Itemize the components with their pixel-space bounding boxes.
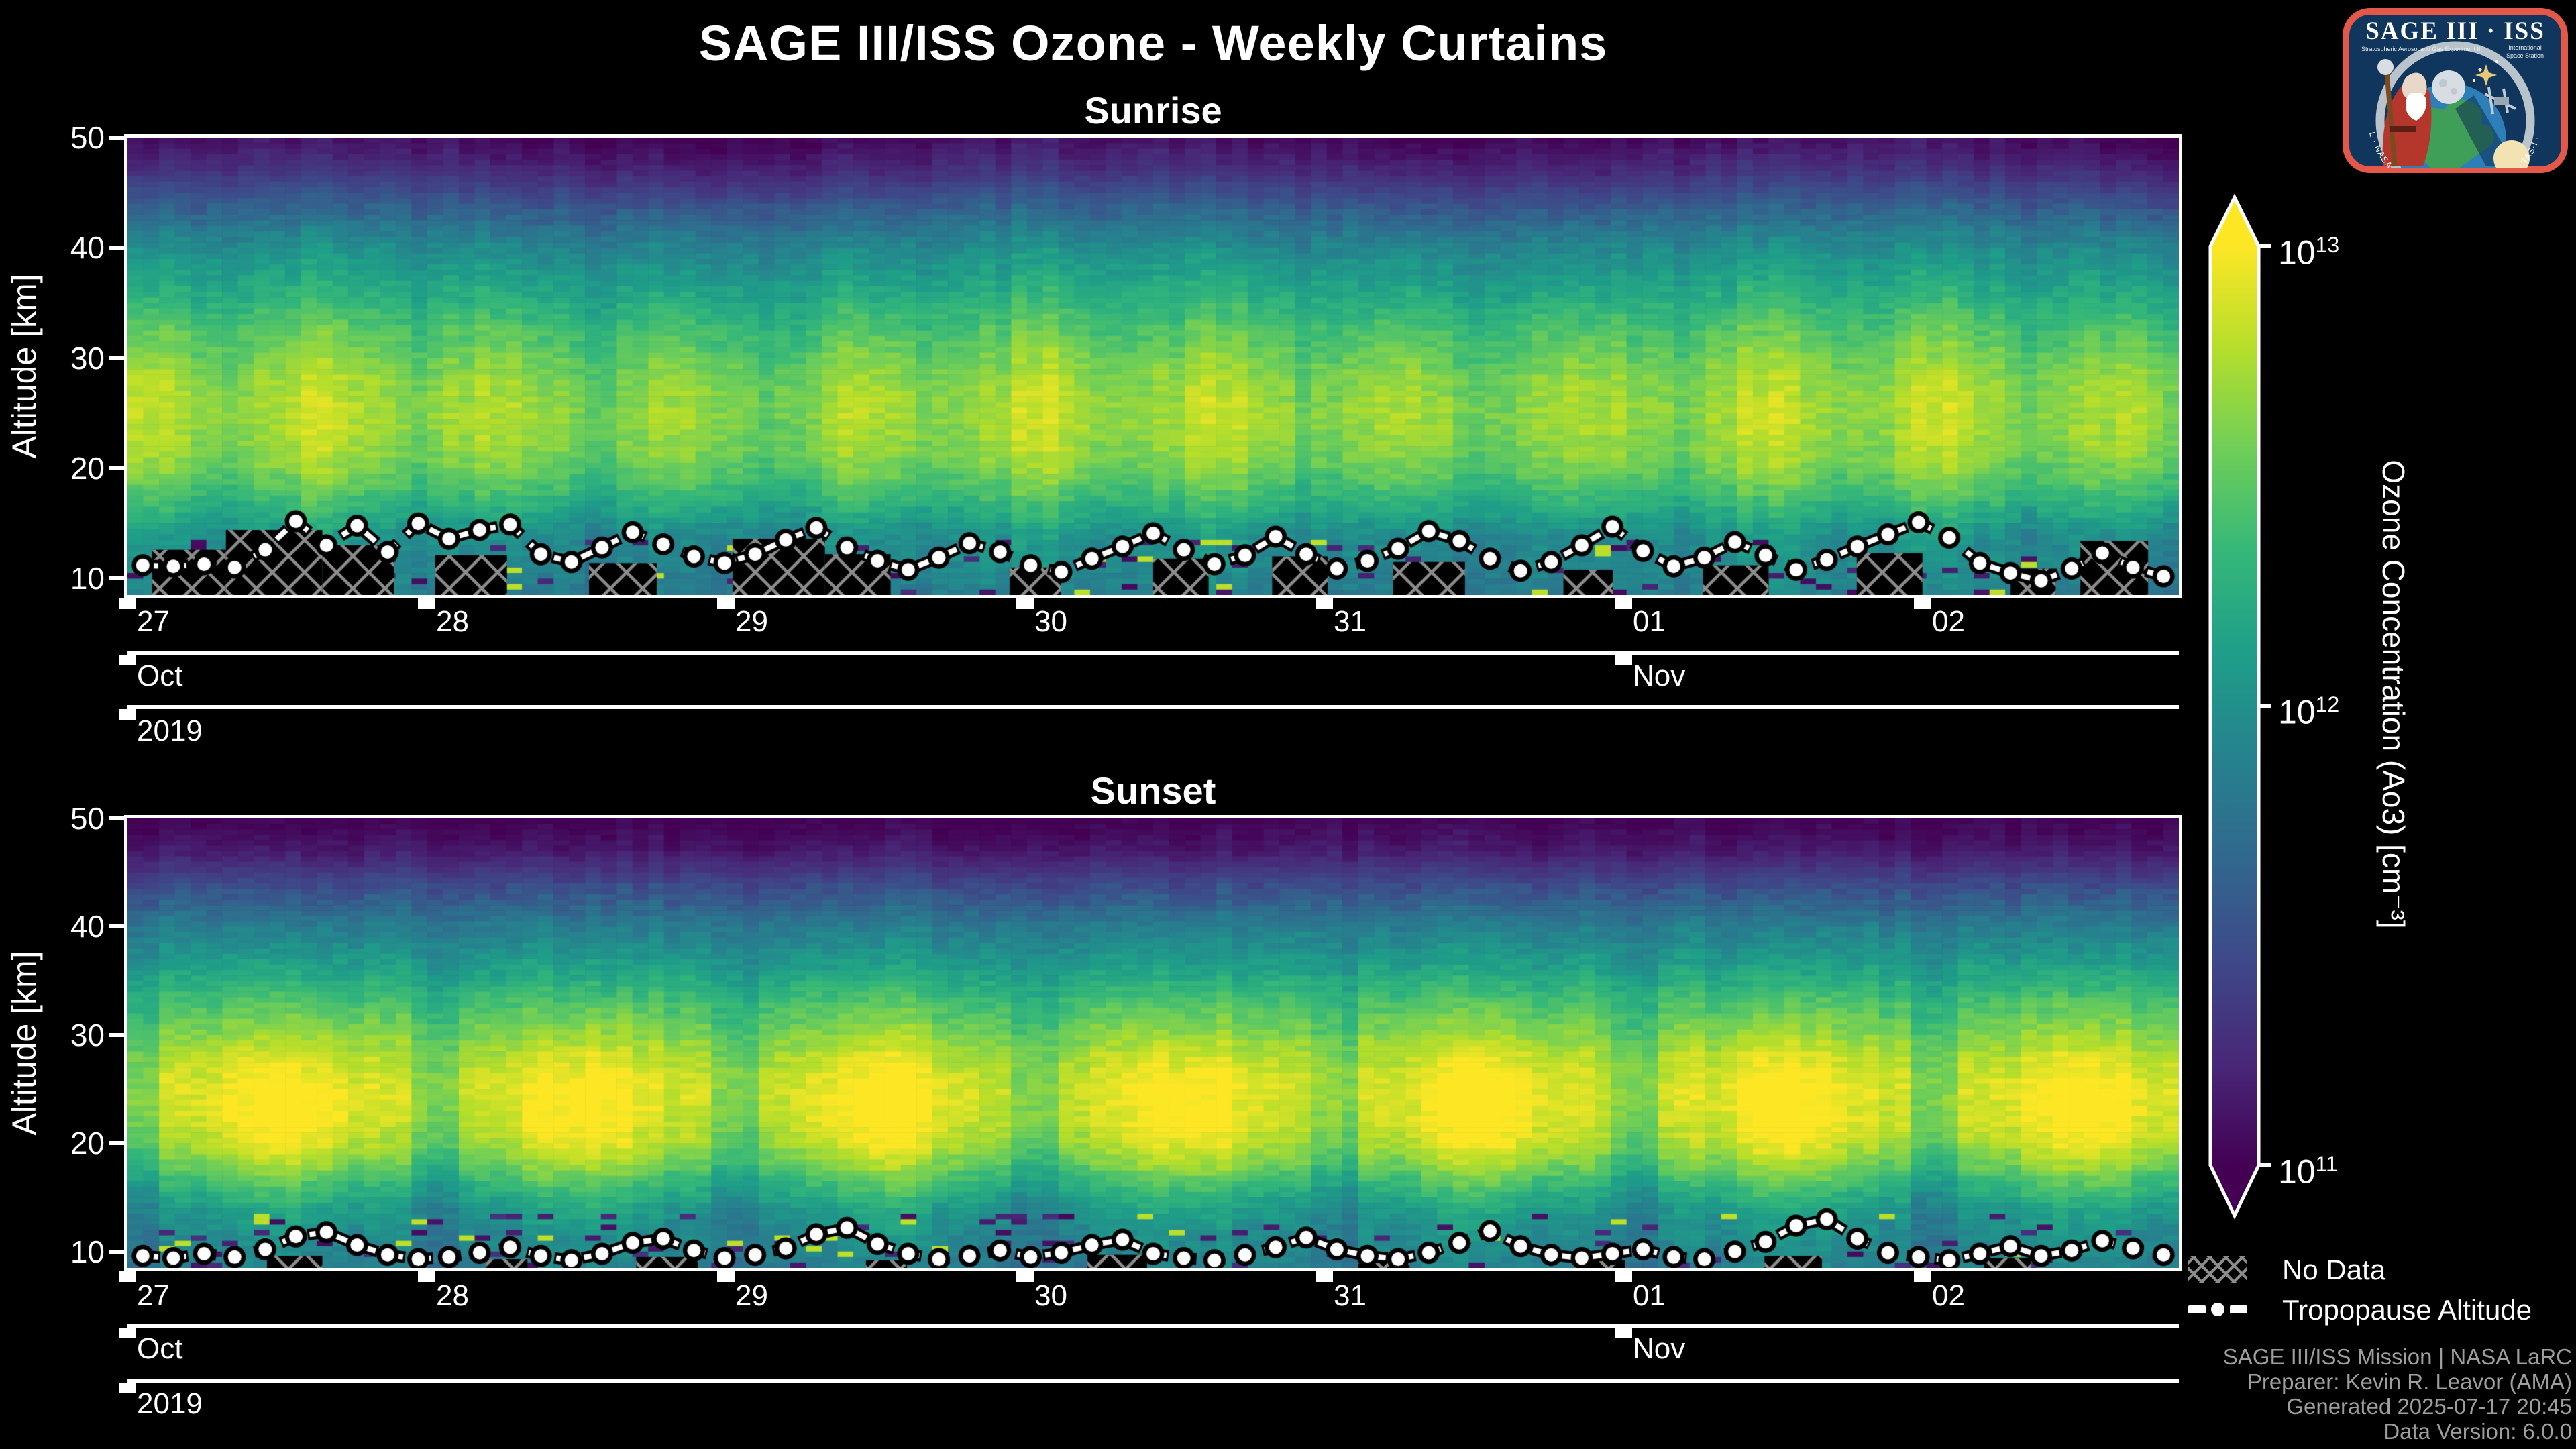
x-day-tick-mark — [119, 598, 136, 609]
month-tick-label: Oct — [137, 660, 182, 692]
x-day-tick-mark — [1016, 1271, 1034, 1282]
y-tick-mark — [109, 1250, 125, 1254]
year-axis-line — [127, 1379, 2179, 1383]
x-day-tick-mark — [1615, 598, 1632, 609]
x-day-tick-label: 28 — [436, 1280, 469, 1312]
y-tick-mark — [109, 246, 125, 250]
x-day-tick-mark — [1914, 598, 1931, 609]
colorbar — [2206, 193, 2263, 1221]
x-day-tick-mark — [717, 1271, 735, 1282]
colorbar-axis-label: Ozone Concentration (Ao3) [cm⁻³] — [2375, 460, 2412, 928]
figure-root: SAGE III/ISS Ozone - Weekly Curtains — [0, 0, 2576, 1449]
colorbar-tick-mark — [2257, 244, 2271, 248]
x-day-tick-label: 01 — [1633, 606, 1666, 638]
year-tick-mark — [119, 1383, 136, 1393]
y-tick-mark — [109, 356, 125, 360]
credits-block: SAGE III/ISS Mission | NASA LaRC Prepare… — [1878, 1344, 2572, 1444]
x-day-tick-mark — [1914, 1271, 1931, 1282]
credit-line-generated: Generated 2025-07-17 20:45 — [1878, 1394, 2572, 1419]
x-day-tick-label: 27 — [137, 1280, 170, 1312]
x-day-tick-mark — [1316, 1271, 1333, 1282]
month-tick-label: Nov — [1633, 660, 1685, 692]
y-tick-mark — [109, 1141, 125, 1145]
x-day-tick-mark — [1316, 598, 1333, 609]
y-tick-mark — [109, 576, 125, 580]
month-tick-label: Nov — [1633, 1333, 1685, 1365]
x-day-tick-label: 01 — [1633, 1280, 1666, 1312]
month-tick-mark — [119, 1328, 136, 1338]
year-axis-line — [127, 705, 2179, 709]
tropopause-dash-icon — [2230, 1305, 2247, 1313]
tropopause-dot-icon — [2207, 1299, 2229, 1320]
colorbar-tick-mark — [2257, 704, 2271, 708]
year-tick-label: 2019 — [137, 715, 203, 747]
y-tick-mark — [109, 1033, 125, 1037]
legend-tropopause-label: Tropopause Altitude — [2282, 1293, 2532, 1327]
y-tick-label: 10 — [27, 1234, 105, 1269]
legend-tropopause-swatch — [2188, 1296, 2247, 1323]
x-day-tick-label: 02 — [1932, 606, 1965, 638]
x-day-tick-mark — [1016, 598, 1034, 609]
colorbar-tick-label: 1012 — [2278, 684, 2339, 733]
credit-line-mission: SAGE III/ISS Mission | NASA LaRC — [1878, 1344, 2572, 1369]
month-tick-label: Oct — [137, 1333, 182, 1365]
no-data-hatch-icon — [2188, 1256, 2247, 1283]
month-tick-mark — [119, 655, 136, 665]
colorbar-gradient-icon — [2206, 193, 2263, 1221]
legend-no-data-label: No Data — [2282, 1253, 2385, 1287]
y-tick-label: 50 — [27, 801, 105, 836]
y-tick-label: 30 — [27, 1018, 105, 1053]
month-tick-mark — [1615, 1328, 1632, 1338]
y-tick-label: 50 — [27, 120, 105, 155]
colorbar-tick-mark — [2257, 1163, 2271, 1167]
y-tick-label: 30 — [27, 341, 105, 376]
x-day-tick-mark — [119, 1271, 136, 1282]
credit-line-version: Data Version: 6.0.0 — [1878, 1419, 2572, 1444]
tropopause-dash-icon — [2188, 1305, 2206, 1313]
x-day-tick-mark — [717, 598, 735, 609]
colorbar-tick-label: 1013 — [2278, 225, 2339, 273]
month-tick-mark — [1615, 655, 1632, 665]
credit-line-preparer: Preparer: Kevin R. Leavor (AMA) — [1878, 1369, 2572, 1394]
x-day-tick-mark — [418, 598, 435, 609]
colorbar-tick-label: 1011 — [2278, 1144, 2338, 1192]
x-day-tick-label: 29 — [735, 1280, 768, 1312]
x-day-tick-label: 30 — [1034, 1280, 1067, 1312]
y-tick-label: 10 — [27, 561, 105, 596]
legend-no-data-swatch — [2188, 1256, 2247, 1283]
year-tick-label: 2019 — [137, 1388, 203, 1420]
x-day-tick-label: 02 — [1932, 1280, 1965, 1312]
month-axis-line — [127, 1324, 2179, 1328]
y-tick-label: 40 — [27, 230, 105, 265]
y-tick-mark — [109, 466, 125, 470]
x-day-tick-mark — [418, 1271, 435, 1282]
month-axis-line — [127, 651, 2179, 655]
axis-layer: 50 40 30 20 10 27 28 29 30 31 01 02 Oct Nov 2019 50 40 30… — [0, 0, 2576, 1449]
x-day-tick-label: 29 — [735, 606, 768, 638]
y-tick-mark — [109, 136, 125, 140]
y-tick-mark — [109, 924, 125, 928]
x-day-tick-label: 28 — [436, 606, 469, 638]
y-tick-label: 40 — [27, 909, 105, 944]
y-tick-mark — [109, 816, 125, 820]
x-day-tick-label: 31 — [1334, 1280, 1366, 1312]
x-day-tick-label: 30 — [1034, 606, 1067, 638]
y-tick-label: 20 — [27, 451, 105, 486]
x-day-tick-label: 31 — [1334, 606, 1366, 638]
y-tick-label: 20 — [27, 1126, 105, 1161]
x-day-tick-mark — [1615, 1271, 1632, 1282]
year-tick-mark — [119, 709, 136, 720]
x-day-tick-label: 27 — [137, 606, 170, 638]
